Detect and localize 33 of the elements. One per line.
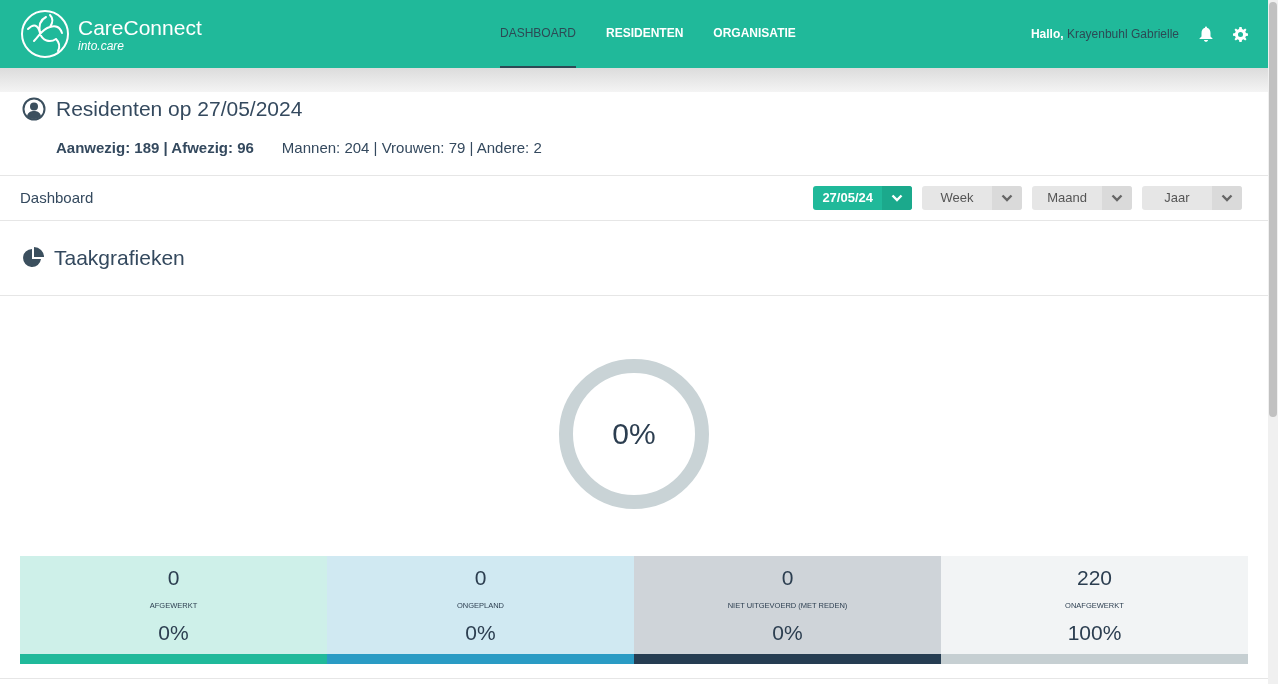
chevron-down-icon	[1221, 194, 1233, 202]
brand-name: CareConnect	[78, 16, 202, 38]
chevron-down-icon	[1001, 194, 1013, 202]
nav-tab[interactable]: RESIDENTEN	[606, 0, 684, 68]
period-dropdown[interactable]: Week	[922, 186, 1022, 210]
presence-stats: Aanwezig: 189 | Afwezig: 96	[56, 137, 254, 158]
residents-title: Residenten op 27/05/2024	[56, 96, 303, 122]
stat-percentage: 0%	[465, 619, 496, 646]
stat-percentage: 0%	[772, 619, 803, 646]
tree-logo-icon	[20, 9, 70, 59]
period-dropdown[interactable]: Maand	[1032, 186, 1132, 210]
period-dropdown[interactable]: Jaar	[1142, 186, 1242, 210]
scrollbar[interactable]	[1268, 0, 1278, 684]
stat-count: 0	[781, 565, 794, 591]
gender-stats: Mannen: 204 | Vrouwen: 79 | Andere: 2	[281, 137, 542, 158]
bell-icon[interactable]	[1199, 26, 1213, 42]
period-dropdown[interactable]: 27/05/24	[813, 186, 912, 210]
section-title: Taakgrafieken	[54, 245, 185, 272]
stat-count: 0	[167, 565, 180, 591]
user-greeting: Hallo, Krayenbuhl Gabrielle	[1030, 26, 1179, 43]
user-circle-icon	[22, 96, 46, 121]
stat-count: 220	[1076, 565, 1112, 591]
settings-icon[interactable]	[1233, 26, 1248, 42]
section-title: Dashboard	[20, 187, 94, 208]
pie-chart-icon	[22, 247, 44, 269]
nav-tab[interactable]: ORGANISATIE	[713, 0, 796, 68]
stat-percentage: 0%	[158, 619, 189, 646]
donut-percentage: 0%	[612, 419, 656, 449]
stat-percentage: 100%	[1067, 619, 1122, 646]
chevron-down-icon	[891, 194, 903, 202]
stat-count: 0	[474, 565, 487, 591]
chevron-down-icon	[1111, 194, 1123, 202]
brand-tagline: into.care	[78, 39, 126, 52]
